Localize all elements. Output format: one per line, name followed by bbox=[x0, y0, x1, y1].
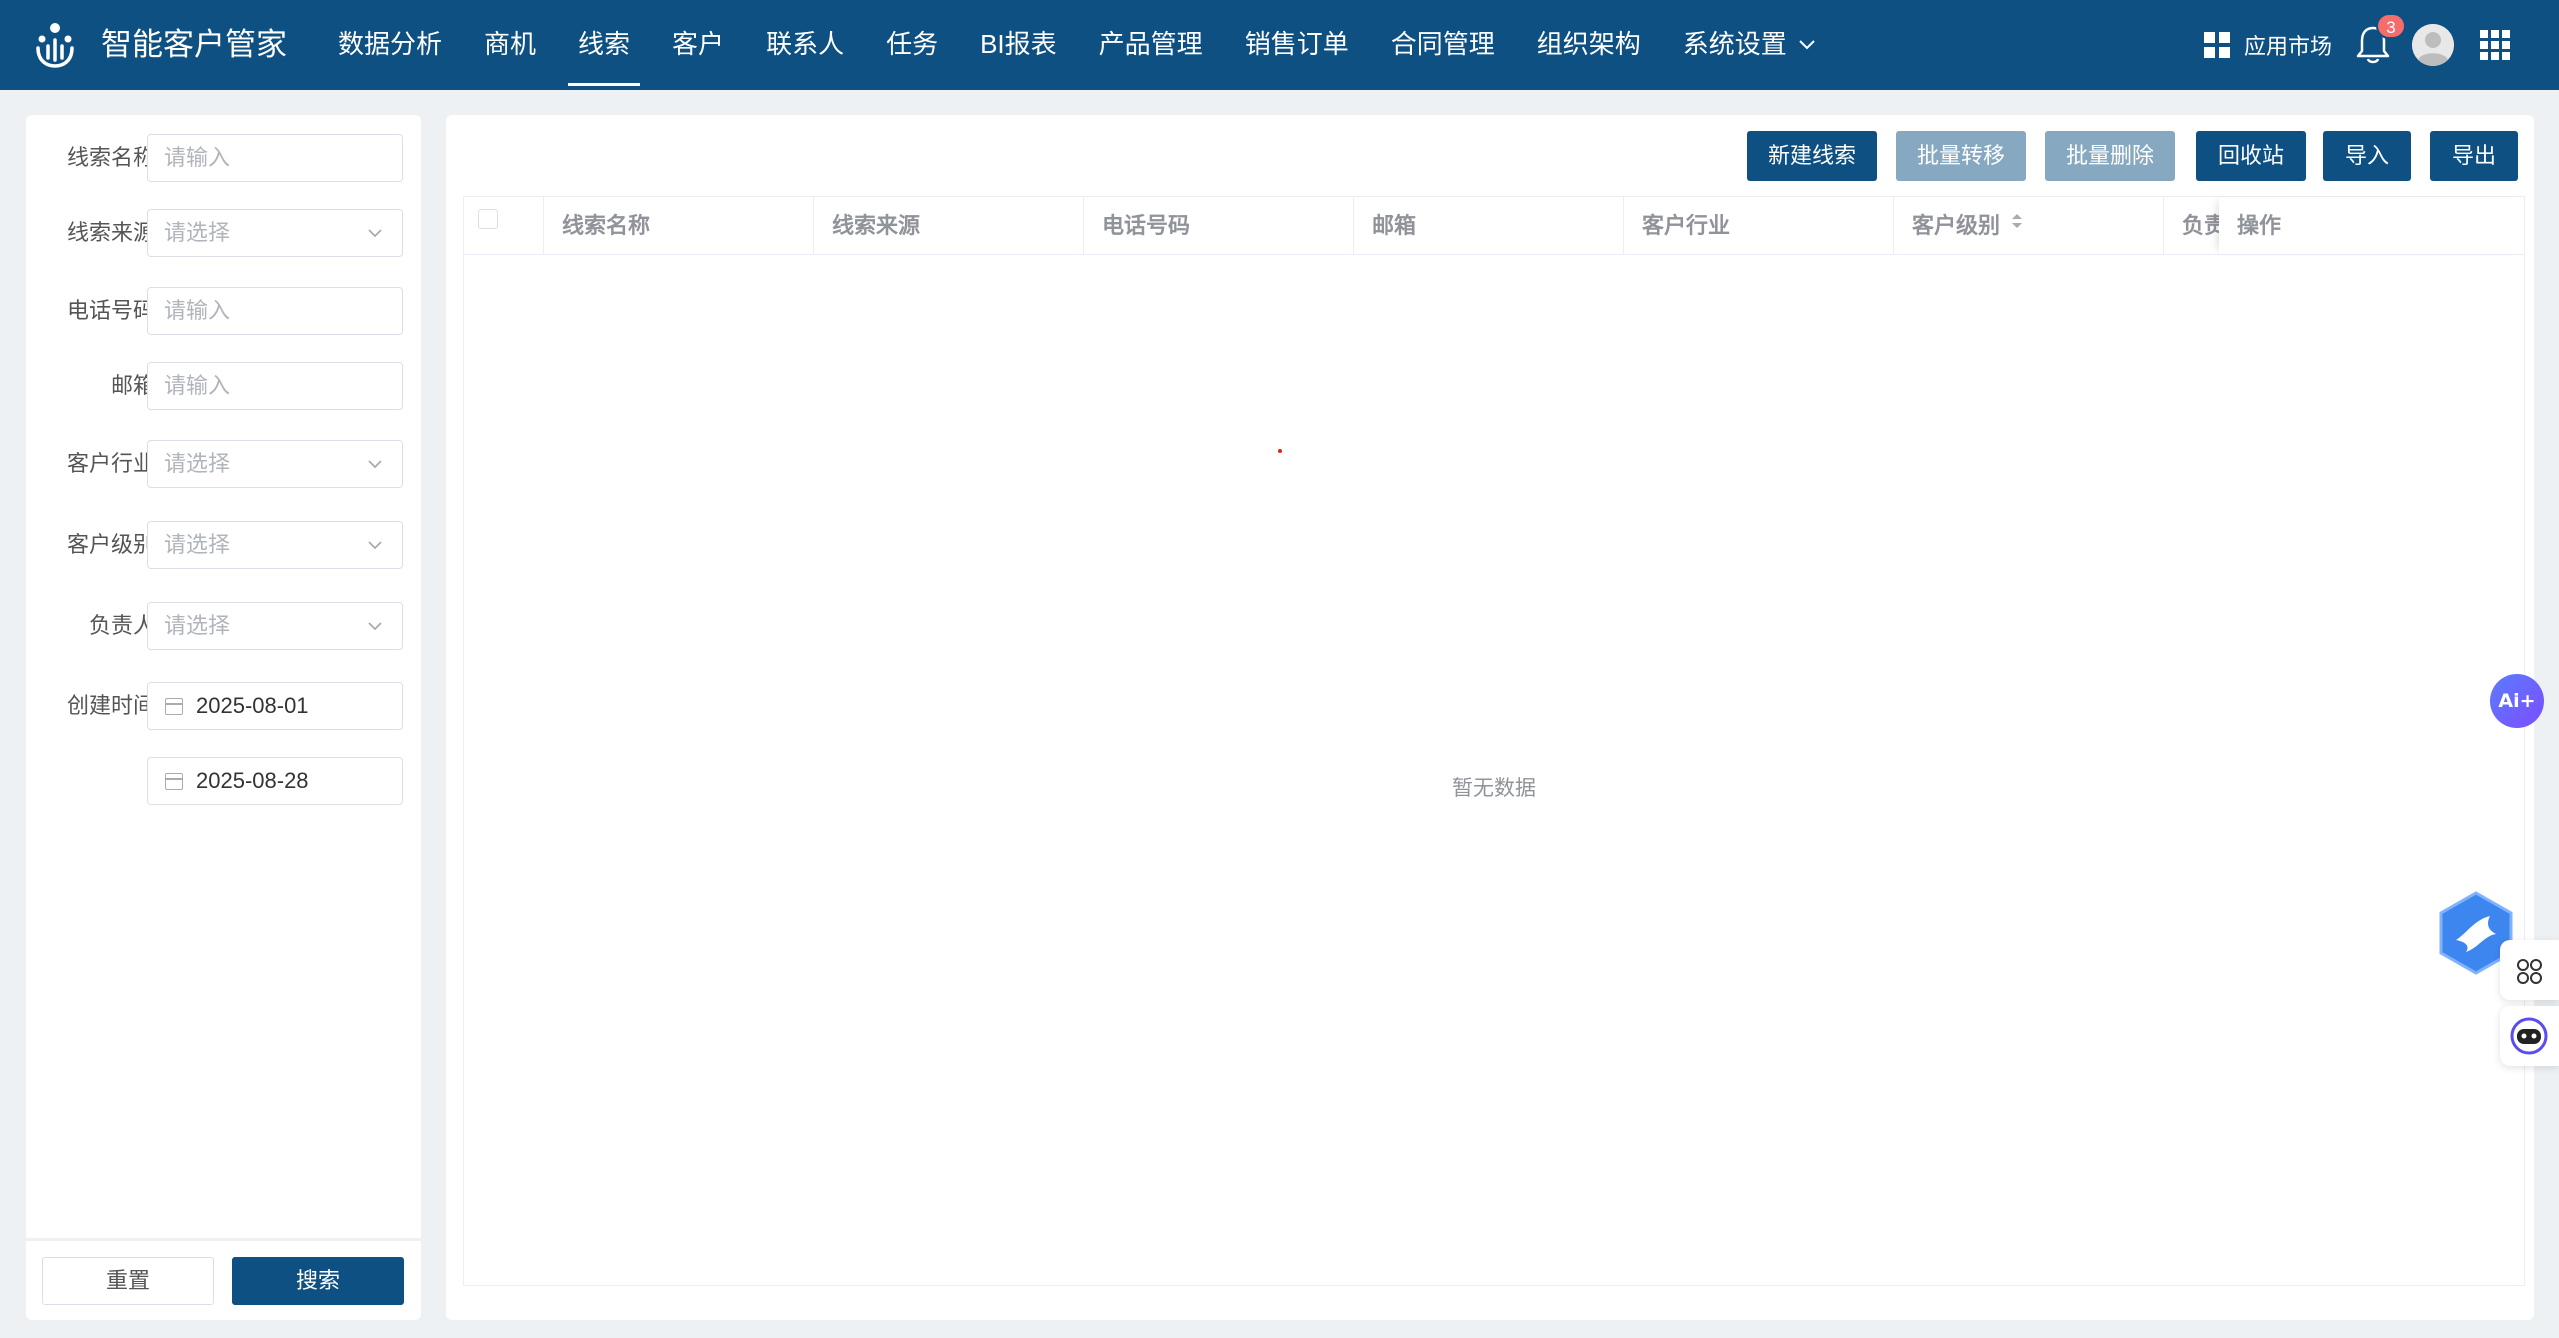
phone-input[interactable]: 请输入 bbox=[147, 287, 403, 335]
robot-side-tab[interactable] bbox=[2500, 1006, 2559, 1066]
nav-bi-reports[interactable]: BI报表 bbox=[978, 0, 1059, 90]
column-header-clue-name[interactable]: 线索名称 bbox=[544, 197, 814, 254]
select-all-checkbox[interactable] bbox=[478, 209, 498, 229]
robot-face-icon bbox=[2510, 1017, 2548, 1055]
owner-placeholder: 请选择 bbox=[164, 613, 231, 638]
chevron-down-icon bbox=[368, 622, 382, 631]
clue-table: 线索名称 线索来源 电话号码 邮箱 客户行业 客户级别 负责 操作 暂无数据 bbox=[463, 196, 2525, 1286]
created-end-date-input[interactable]: 2025-08-28 bbox=[147, 757, 403, 805]
filter-row-created-end: 2025-08-28 bbox=[26, 755, 421, 807]
ai-assistant-button[interactable]: Ai+ bbox=[2490, 674, 2544, 728]
user-icon bbox=[2412, 24, 2454, 66]
filter-row-phone: 电话号码 请输入 bbox=[26, 285, 421, 337]
new-clue-button[interactable]: 新建线索 bbox=[1747, 131, 1877, 181]
nav-clues[interactable]: 线索 bbox=[568, 0, 641, 90]
level-select[interactable]: 请选择 bbox=[147, 521, 403, 569]
nav-tasks[interactable]: 任务 bbox=[884, 0, 940, 90]
created-start-date-input[interactable]: 2025-08-01 bbox=[147, 682, 403, 730]
nav-opportunities[interactable]: 商机 bbox=[482, 0, 538, 90]
industry-select[interactable]: 请选择 bbox=[147, 440, 403, 488]
batch-delete-button[interactable]: 批量删除 bbox=[2045, 131, 2175, 181]
column-header-level-label: 客户级别 bbox=[1912, 213, 2001, 238]
chevron-down-icon bbox=[368, 460, 382, 469]
clue-source-select[interactable]: 请选择 bbox=[147, 209, 403, 257]
column-header-email[interactable]: 邮箱 bbox=[1354, 197, 1624, 254]
clue-source-label: 线索来源 bbox=[66, 220, 155, 245]
reset-button[interactable]: 重置 bbox=[42, 1257, 214, 1305]
search-button[interactable]: 搜索 bbox=[232, 1257, 404, 1305]
filter-row-created-start: 创建时间 2025-08-01 bbox=[26, 680, 421, 732]
industry-placeholder: 请选择 bbox=[164, 451, 231, 476]
nav-system-settings-label: 系统设置 bbox=[1682, 29, 1787, 59]
logo-icon bbox=[36, 23, 74, 68]
loading-dot bbox=[1278, 449, 1282, 453]
nav-sales-orders[interactable]: 销售订单 bbox=[1243, 0, 1351, 90]
created-start-date-value: 2025-08-01 bbox=[196, 693, 309, 718]
owner-label: 负责人 bbox=[88, 613, 155, 638]
owner-select[interactable]: 请选择 bbox=[147, 602, 403, 650]
clue-name-input[interactable]: 请输入 bbox=[147, 134, 403, 182]
filter-row-clue-source: 线索来源 请选择 bbox=[26, 207, 421, 259]
batch-transfer-button[interactable]: 批量转移 bbox=[1896, 131, 2026, 181]
sort-icon[interactable] bbox=[2010, 211, 2024, 231]
level-placeholder: 请选择 bbox=[164, 532, 231, 557]
app-title: 智能客户管家 bbox=[101, 27, 287, 62]
level-label: 客户级别 bbox=[66, 532, 155, 557]
clue-source-placeholder: 请选择 bbox=[164, 220, 231, 245]
filter-row-clue-name: 线索名称 请输入 bbox=[26, 132, 421, 184]
nav-organization[interactable]: 组织架构 bbox=[1535, 0, 1643, 90]
nav-customers[interactable]: 客户 bbox=[670, 0, 726, 90]
export-button[interactable]: 导出 bbox=[2430, 131, 2518, 181]
chevron-down-icon bbox=[1799, 40, 1815, 50]
notification-badge: 3 bbox=[2376, 13, 2406, 39]
nav-contracts[interactable]: 合同管理 bbox=[1389, 0, 1497, 90]
industry-label: 客户行业 bbox=[66, 451, 155, 476]
recycle-bin-button[interactable]: 回收站 bbox=[2196, 131, 2306, 181]
app-market-button[interactable]: 应用市场 bbox=[2204, 28, 2332, 62]
table-header: 线索名称 线索来源 电话号码 邮箱 客户行业 客户级别 负责 操作 bbox=[464, 197, 2524, 255]
main-nav: 数据分析 商机 线索 客户 联系人 任务 BI报表 产品管理 销售订单 合同管理… bbox=[336, 0, 1855, 90]
nav-system-settings[interactable]: 系统设置 bbox=[1681, 0, 1817, 90]
nav-data-analysis[interactable]: 数据分析 bbox=[336, 0, 444, 90]
column-header-clue-source[interactable]: 线索来源 bbox=[814, 197, 1084, 254]
app-market-icon bbox=[2204, 32, 2230, 58]
filter-row-level: 客户级别 请选择 bbox=[26, 519, 421, 571]
clue-list-panel: 新建线索 批量转移 批量删除 回收站 导入 导出 线索名称 线索来源 电话号码 … bbox=[446, 115, 2534, 1320]
avatar[interactable] bbox=[2412, 24, 2454, 66]
apps-grid-icon[interactable] bbox=[2480, 30, 2510, 60]
calendar-icon bbox=[165, 698, 183, 715]
created-end-date-value: 2025-08-28 bbox=[196, 768, 309, 793]
filter-panel: 线索名称 请输入 线索来源 请选择 电话号码 请输入 邮箱 请输入 客户行业 请… bbox=[26, 115, 421, 1320]
created-time-label: 创建时间 bbox=[66, 693, 155, 718]
filter-row-industry: 客户行业 请选择 bbox=[26, 438, 421, 490]
email-input[interactable]: 请输入 bbox=[147, 362, 403, 410]
column-header-industry[interactable]: 客户行业 bbox=[1624, 197, 1894, 254]
apps-side-tab[interactable] bbox=[2500, 940, 2559, 1000]
import-button[interactable]: 导入 bbox=[2323, 131, 2411, 181]
nav-products[interactable]: 产品管理 bbox=[1097, 0, 1205, 90]
phone-label: 电话号码 bbox=[66, 298, 155, 323]
filter-row-owner: 负责人 请选择 bbox=[26, 600, 421, 652]
column-header-actions: 操作 bbox=[2219, 197, 2524, 254]
calendar-icon bbox=[165, 773, 183, 790]
column-header-level[interactable]: 客户级别 bbox=[1894, 197, 2164, 254]
nav-contacts[interactable]: 联系人 bbox=[764, 0, 846, 90]
app-market-label: 应用市场 bbox=[2244, 34, 2333, 59]
filter-footer: 重置 搜索 bbox=[26, 1238, 421, 1320]
clue-name-label: 线索名称 bbox=[66, 145, 155, 170]
chevron-down-icon bbox=[368, 229, 382, 238]
empty-state-text: 暂无数据 bbox=[1452, 777, 1536, 800]
filter-row-email: 邮箱 请输入 bbox=[26, 360, 421, 412]
chevron-down-icon bbox=[368, 541, 382, 550]
top-navbar: 智能客户管家 数据分析 商机 线索 客户 联系人 任务 BI报表 产品管理 销售… bbox=[0, 0, 2559, 90]
column-header-phone[interactable]: 电话号码 bbox=[1084, 197, 1354, 254]
apps-icon bbox=[2517, 959, 2542, 984]
select-all-cell bbox=[464, 197, 544, 254]
